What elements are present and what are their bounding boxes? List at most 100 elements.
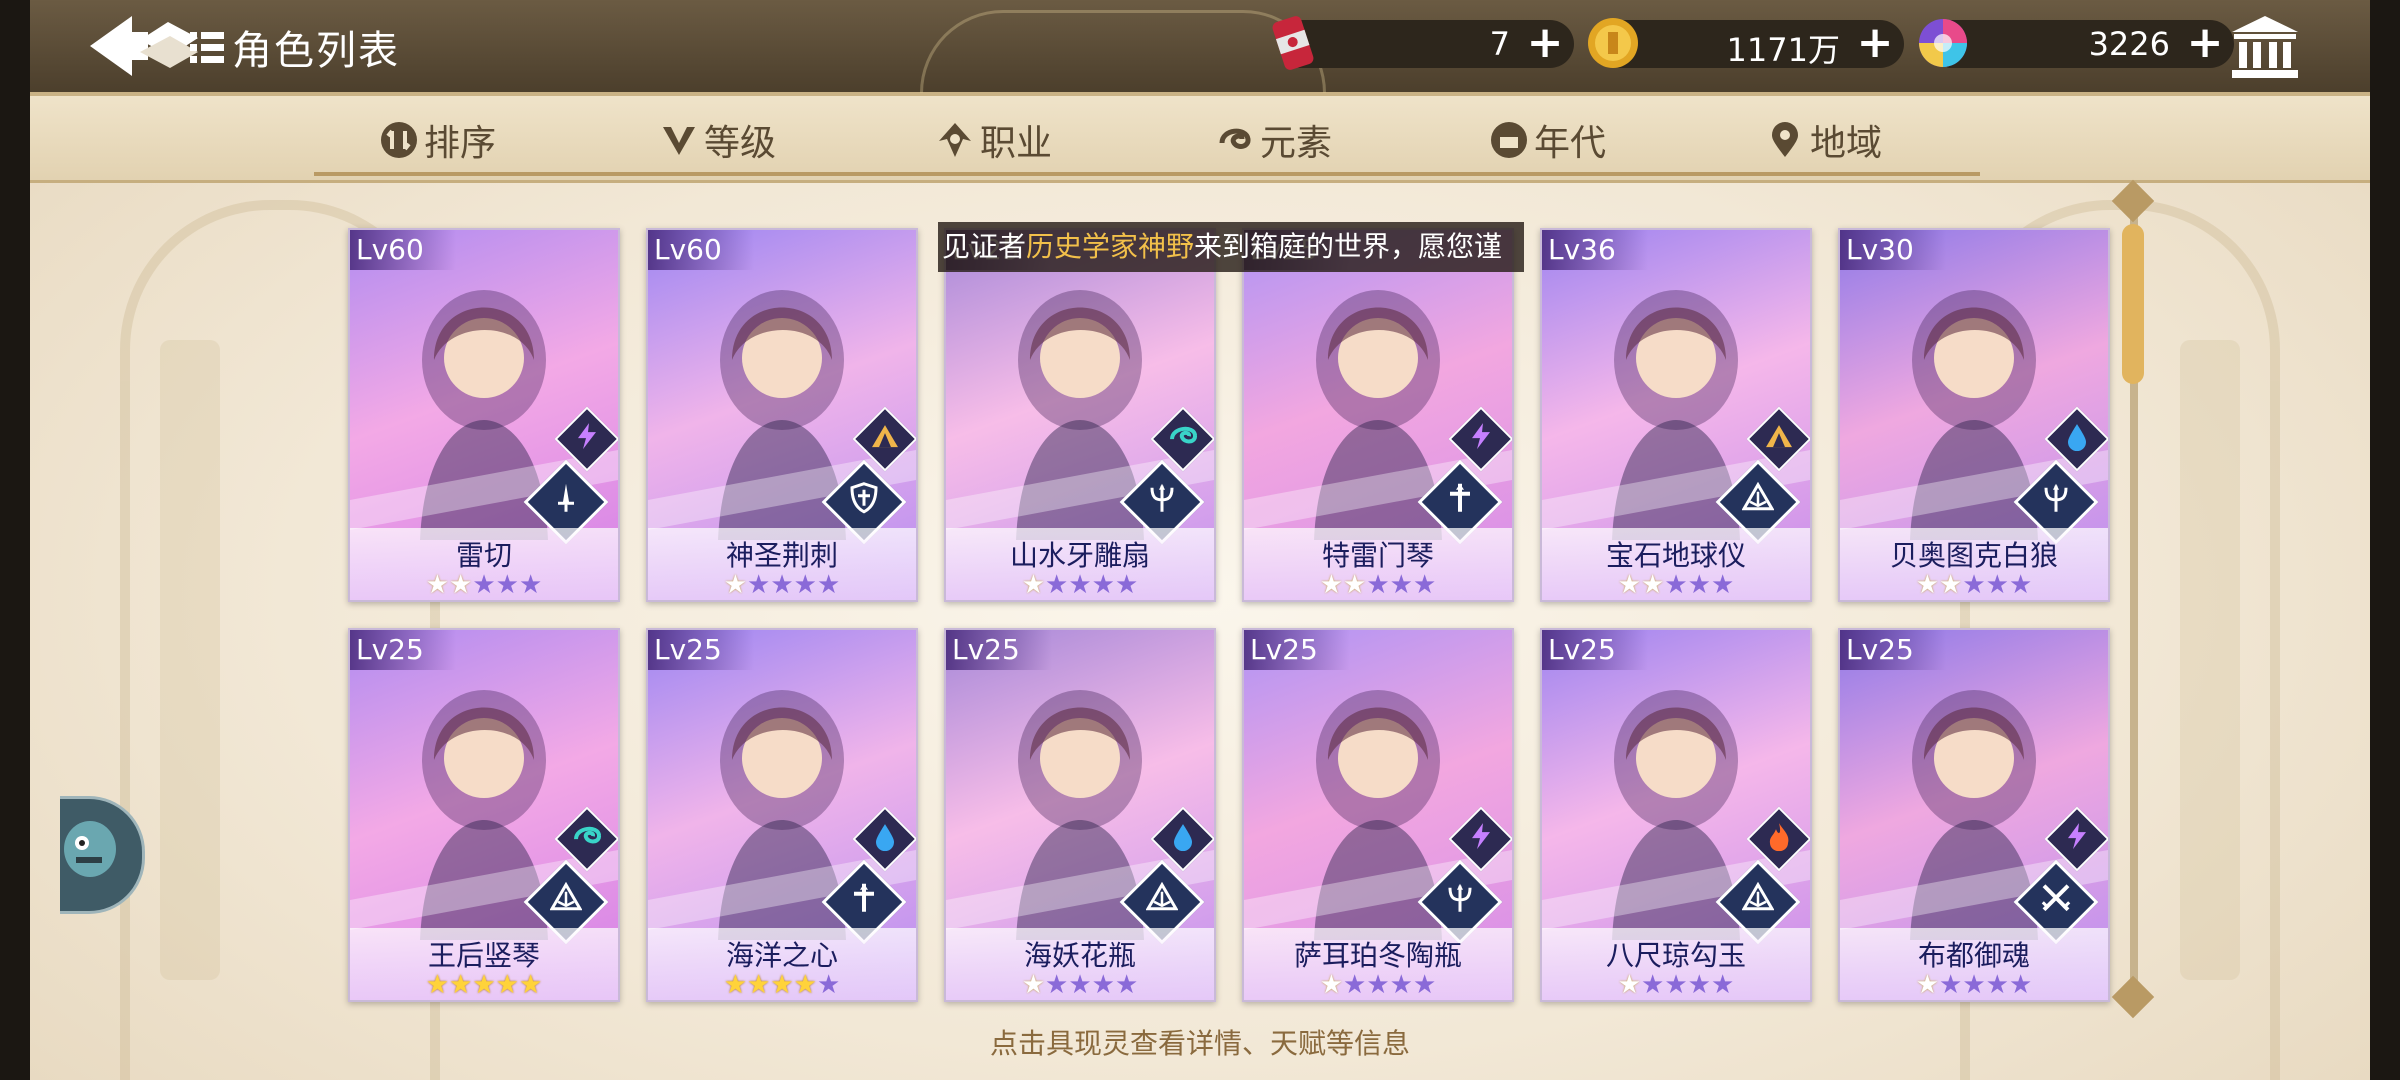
tab-element-label: 元素 — [1260, 123, 1333, 164]
level-badge: Lv30 — [1840, 230, 1946, 270]
character-card[interactable]: Lv25 海妖花瓶 ★★★★★ — [944, 628, 1216, 1002]
star-icon: ★ — [1985, 970, 2009, 1000]
name-bar: 海妖花瓶 ★★★★★ — [946, 928, 1214, 1000]
star-icon: ★ — [1962, 970, 1986, 1000]
star-icon: ★ — [816, 970, 841, 1000]
star-icon: ★ — [1389, 570, 1413, 600]
star-icon: ★ — [1068, 570, 1092, 600]
star-icon: ★ — [793, 970, 817, 1000]
level-badge: Lv25 — [946, 630, 1052, 670]
star-icon: ★ — [425, 570, 450, 600]
character-card[interactable]: Lv25 萨耳珀冬陶瓶 ★★★★★ — [1242, 628, 1514, 1002]
star-icon: ★ — [1617, 570, 1642, 600]
toast-highlight: 历史学家神野 — [1026, 230, 1195, 263]
star-icon: ★ — [495, 570, 519, 600]
star-icon: ★ — [1939, 970, 1963, 1000]
character-card[interactable]: Lv25 布都御魂 ★★★★★ — [1838, 628, 2110, 1002]
star-icon: ★ — [1319, 570, 1344, 600]
tab-era[interactable]: 年代 — [1490, 116, 1606, 164]
filter-tabs: 排序 等级 职业 元素 年代 地域 — [30, 96, 2370, 183]
character-card[interactable]: Lv36 宝石地球仪 ★★★★★ — [1540, 228, 1812, 602]
star-icon: ★ — [1962, 570, 1986, 600]
crystal-count: 3226 — [2088, 25, 2170, 63]
character-name: 八尺琼勾玉 — [1605, 939, 1746, 972]
top-bar: 角色列表 7 + 1171万 + 3226 + — [30, 0, 2370, 96]
star-icon: ★ — [472, 570, 496, 600]
star-icon: ★ — [1664, 570, 1688, 600]
back-arrow-icon — [90, 16, 198, 76]
level-icon — [663, 127, 695, 155]
name-bar: 王后竖琴 ★★★★★ — [350, 928, 618, 1000]
add-gold-button[interactable]: + — [1854, 21, 1896, 65]
character-name: 山水牙雕扇 — [1009, 539, 1150, 572]
tab-element[interactable]: 元素 — [1216, 116, 1332, 164]
level-badge: Lv25 — [350, 630, 456, 670]
toast-suffix: 来到箱庭的世界，愿您谨 — [1194, 230, 1503, 263]
soda-can-icon — [1272, 16, 1314, 70]
star-icon: ★ — [1664, 970, 1688, 1000]
star-icon: ★ — [1343, 970, 1367, 1000]
star-icon: ★ — [472, 970, 496, 1000]
add-soda-button[interactable]: + — [1524, 21, 1566, 65]
character-name: 布都御魂 — [1917, 939, 2030, 972]
character-name: 海洋之心 — [725, 939, 838, 972]
gold-resource: 1171万 + — [1588, 18, 1904, 69]
name-bar: 雷切 ★★★★★ — [350, 528, 618, 600]
star-icon: ★ — [1021, 970, 1046, 1000]
left-pillar-decoration — [160, 340, 220, 980]
notification-toast: 见证者历史学家神野来到箱庭的世界，愿您谨 — [938, 222, 1524, 272]
star-rating: ★★★★★ — [946, 970, 1214, 1000]
character-name: 王后竖琴 — [427, 939, 540, 972]
name-bar: 山水牙雕扇 ★★★★★ — [946, 528, 1214, 600]
tab-sort[interactable]: 排序 — [380, 116, 496, 164]
star-icon: ★ — [1412, 570, 1437, 600]
hint-text: 点击具现灵查看详情、天赋等信息 — [989, 1027, 1410, 1060]
star-icon: ★ — [770, 570, 794, 600]
tab-level[interactable]: 等级 — [660, 116, 776, 164]
name-bar: 贝奥图克白狼 ★★★★★ — [1840, 528, 2108, 600]
character-card[interactable]: Lv25特雷门琴★★★★★ — [1242, 228, 1514, 602]
character-name: 海妖花瓶 — [1023, 939, 1136, 972]
star-icon: ★ — [1687, 970, 1711, 1000]
tab-class[interactable]: 职业 — [936, 116, 1052, 164]
name-bar: 海洋之心 ★★★★★ — [648, 928, 916, 1000]
star-icon: ★ — [1343, 570, 1367, 600]
star-rating: ★★★★★ — [1542, 570, 1810, 600]
temple-icon[interactable] — [2230, 14, 2300, 80]
star-rating: ★★★★★ — [1840, 570, 2108, 600]
add-crystal-button[interactable]: + — [2184, 21, 2226, 65]
name-bar: 八尺琼勾玉 ★★★★★ — [1542, 928, 1810, 1000]
class-icon — [939, 123, 971, 157]
star-rating: ★★★★★ — [1542, 970, 1810, 1000]
character-card[interactable]: Lv60 雷切 ★★★★★ — [348, 228, 620, 602]
toast-prefix: 见证者 — [942, 230, 1027, 263]
tab-class-label: 职业 — [980, 123, 1053, 164]
star-icon: ★ — [723, 970, 748, 1000]
level-badge: Lv60 — [648, 230, 754, 270]
soda-count: 7 — [1489, 25, 1510, 63]
name-bar: 神圣荆刺 ★★★★★ — [648, 528, 916, 600]
character-card[interactable]: Lv60 神圣荆刺 ★★★★★ — [646, 228, 918, 602]
star-rating: ★★★★★ — [1840, 970, 2108, 1000]
name-bar: 特雷门琴 ★★★★★ — [1244, 528, 1512, 600]
star-icon: ★ — [1114, 970, 1139, 1000]
star-icon: ★ — [518, 570, 543, 600]
character-card[interactable]: Lv30 贝奥图克白狼 ★★★★★ — [1838, 228, 2110, 602]
character-name: 神圣荆刺 — [725, 539, 838, 572]
star-rating: ★★★★★ — [648, 570, 916, 600]
star-icon: ★ — [1641, 570, 1665, 600]
tabs-underline — [314, 172, 1980, 176]
character-card[interactable]: Lv25 海洋之心 ★★★★★ — [646, 628, 918, 1002]
character-card[interactable]: Lv25 王后竖琴 ★★★★★ — [348, 628, 620, 1002]
star-icon: ★ — [816, 570, 841, 600]
star-icon: ★ — [1091, 970, 1115, 1000]
star-rating: ★★★★★ — [648, 970, 916, 1000]
star-icon: ★ — [1114, 570, 1139, 600]
tab-region[interactable]: 地域 — [1766, 116, 1882, 164]
character-card[interactable]: Lv25 八尺琼勾玉 ★★★★★ — [1540, 628, 1812, 1002]
character-card[interactable]: Lv25山水牙雕扇★★★★★ — [944, 228, 1216, 602]
star-icon: ★ — [1319, 970, 1344, 1000]
back-button[interactable] — [88, 12, 202, 80]
scrollbar-thumb[interactable] — [2122, 224, 2144, 384]
character-name: 雷切 — [455, 539, 512, 572]
